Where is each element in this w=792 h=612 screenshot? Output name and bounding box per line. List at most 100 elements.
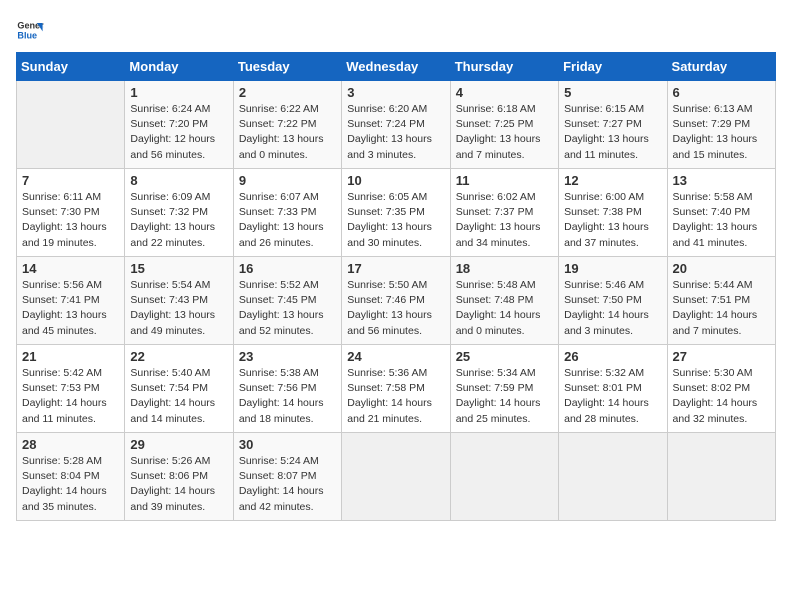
calendar-cell: 1Sunrise: 6:24 AMSunset: 7:20 PMDaylight… <box>125 81 233 169</box>
day-number: 11 <box>456 173 553 188</box>
calendar-cell: 26 Sunrise: 5:32 AMSunset: 8:01 PMDayligh… <box>559 345 667 433</box>
calendar-cell: 19Sunrise: 5:46 AMSunset: 7:50 PMDayligh… <box>559 257 667 345</box>
day-number: 21 <box>22 349 119 364</box>
day-number: 24 <box>347 349 444 364</box>
day-number: 7 <box>22 173 119 188</box>
day-info: Sunrise: 5:46 AMSunset: 7:50 PMDaylight:… <box>564 278 661 339</box>
day-number: 17 <box>347 261 444 276</box>
day-info: Sunrise: 5:52 AMSunset: 7:45 PMDaylight:… <box>239 278 336 339</box>
day-info: Sunrise: 5:34 AMSunset: 7:59 PMDaylight:… <box>456 366 553 427</box>
day-info: Sunrise: 5:38 AMSunset: 7:56 PMDaylight:… <box>239 366 336 427</box>
day-number: 18 <box>456 261 553 276</box>
calendar-cell <box>559 433 667 521</box>
day-header-wednesday: Wednesday <box>342 53 450 81</box>
week-row-5: 28 Sunrise: 5:28 AMSunset: 8:04 PMDayligh… <box>17 433 776 521</box>
week-row-1: 1Sunrise: 6:24 AMSunset: 7:20 PMDaylight… <box>17 81 776 169</box>
calendar-cell: 10 Sunrise: 6:05 AMSunset: 7:35 PMDayligh… <box>342 169 450 257</box>
header: General Blue <box>16 16 776 44</box>
calendar-cell: 11Sunrise: 6:02 AMSunset: 7:37 PMDayligh… <box>450 169 558 257</box>
calendar-cell: 28 Sunrise: 5:28 AMSunset: 8:04 PMDayligh… <box>17 433 125 521</box>
calendar-cell: 4 Sunrise: 6:18 AMSunset: 7:25 PMDaylight… <box>450 81 558 169</box>
day-header-tuesday: Tuesday <box>233 53 341 81</box>
day-info: Sunrise: 5:42 AMSunset: 7:53 PMDaylight:… <box>22 366 119 427</box>
calendar-cell: 8Sunrise: 6:09 AMSunset: 7:32 PMDaylight… <box>125 169 233 257</box>
calendar-cell: 2Sunrise: 6:22 AMSunset: 7:22 PMDaylight… <box>233 81 341 169</box>
svg-text:Blue: Blue <box>17 30 37 40</box>
calendar-cell <box>17 81 125 169</box>
day-info: Sunrise: 5:48 AMSunset: 7:48 PMDaylight:… <box>456 278 553 339</box>
day-header-thursday: Thursday <box>450 53 558 81</box>
day-number: 25 <box>456 349 553 364</box>
calendar-table: SundayMondayTuesdayWednesdayThursdayFrid… <box>16 52 776 521</box>
day-info: Sunrise: 6:05 AMSunset: 7:35 PMDaylight:… <box>347 190 444 251</box>
day-info: Sunrise: 6:00 AMSunset: 7:38 PMDaylight:… <box>564 190 661 251</box>
day-number: 22 <box>130 349 227 364</box>
calendar-cell <box>667 433 775 521</box>
calendar-cell: 13 Sunrise: 5:58 AMSunset: 7:40 PMDayligh… <box>667 169 775 257</box>
day-number: 20 <box>673 261 770 276</box>
day-info: Sunrise: 6:20 AMSunset: 7:24 PMDaylight:… <box>347 102 444 163</box>
day-info: Sunrise: 5:32 AMSunset: 8:01 PMDaylight:… <box>564 366 661 427</box>
day-number: 28 <box>22 437 119 452</box>
day-number: 27 <box>673 349 770 364</box>
day-number: 12 <box>564 173 661 188</box>
calendar-cell: 21 Sunrise: 5:42 AMSunset: 7:53 PMDayligh… <box>17 345 125 433</box>
day-info: Sunrise: 5:26 AMSunset: 8:06 PMDaylight:… <box>130 454 227 515</box>
calendar-cell: 30Sunrise: 5:24 AMSunset: 8:07 PMDayligh… <box>233 433 341 521</box>
day-info: Sunrise: 5:56 AMSunset: 7:41 PMDaylight:… <box>22 278 119 339</box>
day-info: Sunrise: 5:40 AMSunset: 7:54 PMDaylight:… <box>130 366 227 427</box>
day-number: 4 <box>456 85 553 100</box>
calendar-cell: 24Sunrise: 5:36 AMSunset: 7:58 PMDayligh… <box>342 345 450 433</box>
day-number: 1 <box>130 85 227 100</box>
calendar-cell: 22 Sunrise: 5:40 AMSunset: 7:54 PMDayligh… <box>125 345 233 433</box>
day-number: 14 <box>22 261 119 276</box>
day-number: 10 <box>347 173 444 188</box>
day-info: Sunrise: 6:18 AMSunset: 7:25 PMDaylight:… <box>456 102 553 163</box>
day-header-monday: Monday <box>125 53 233 81</box>
calendar-cell <box>450 433 558 521</box>
week-row-3: 14 Sunrise: 5:56 AMSunset: 7:41 PMDayligh… <box>17 257 776 345</box>
day-info: Sunrise: 6:07 AMSunset: 7:33 PMDaylight:… <box>239 190 336 251</box>
calendar-cell: 14 Sunrise: 5:56 AMSunset: 7:41 PMDayligh… <box>17 257 125 345</box>
calendar-cell: 25 Sunrise: 5:34 AMSunset: 7:59 PMDayligh… <box>450 345 558 433</box>
calendar-cell: 7 Sunrise: 6:11 AMSunset: 7:30 PMDaylight… <box>17 169 125 257</box>
day-number: 29 <box>130 437 227 452</box>
calendar-cell: 23 Sunrise: 5:38 AMSunset: 7:56 PMDayligh… <box>233 345 341 433</box>
week-row-4: 21 Sunrise: 5:42 AMSunset: 7:53 PMDayligh… <box>17 345 776 433</box>
day-header-saturday: Saturday <box>667 53 775 81</box>
day-info: Sunrise: 5:50 AMSunset: 7:46 PMDaylight:… <box>347 278 444 339</box>
calendar-cell <box>342 433 450 521</box>
calendar-cell: 20 Sunrise: 5:44 AMSunset: 7:51 PMDayligh… <box>667 257 775 345</box>
day-number: 26 <box>564 349 661 364</box>
day-info: Sunrise: 6:09 AMSunset: 7:32 PMDaylight:… <box>130 190 227 251</box>
logo: General Blue <box>16 16 44 44</box>
day-number: 5 <box>564 85 661 100</box>
day-number: 6 <box>673 85 770 100</box>
calendar-cell: 12 Sunrise: 6:00 AMSunset: 7:38 PMDayligh… <box>559 169 667 257</box>
day-number: 30 <box>239 437 336 452</box>
day-info: Sunrise: 5:44 AMSunset: 7:51 PMDaylight:… <box>673 278 770 339</box>
day-info: Sunrise: 6:11 AMSunset: 7:30 PMDaylight:… <box>22 190 119 251</box>
day-number: 16 <box>239 261 336 276</box>
day-info: Sunrise: 5:54 AMSunset: 7:43 PMDaylight:… <box>130 278 227 339</box>
day-number: 23 <box>239 349 336 364</box>
day-info: Sunrise: 5:58 AMSunset: 7:40 PMDaylight:… <box>673 190 770 251</box>
day-info: Sunrise: 6:15 AMSunset: 7:27 PMDaylight:… <box>564 102 661 163</box>
calendar-cell: 18 Sunrise: 5:48 AMSunset: 7:48 PMDayligh… <box>450 257 558 345</box>
calendar-cell: 17 Sunrise: 5:50 AMSunset: 7:46 PMDayligh… <box>342 257 450 345</box>
logo-icon: General Blue <box>16 16 44 44</box>
day-info: Sunrise: 6:13 AMSunset: 7:29 PMDaylight:… <box>673 102 770 163</box>
calendar-cell: 27Sunrise: 5:30 AMSunset: 8:02 PMDayligh… <box>667 345 775 433</box>
calendar-cell: 15 Sunrise: 5:54 AMSunset: 7:43 PMDayligh… <box>125 257 233 345</box>
day-info: Sunrise: 5:28 AMSunset: 8:04 PMDaylight:… <box>22 454 119 515</box>
day-header-row: SundayMondayTuesdayWednesdayThursdayFrid… <box>17 53 776 81</box>
day-header-sunday: Sunday <box>17 53 125 81</box>
day-number: 3 <box>347 85 444 100</box>
calendar-cell: 9 Sunrise: 6:07 AMSunset: 7:33 PMDaylight… <box>233 169 341 257</box>
week-row-2: 7 Sunrise: 6:11 AMSunset: 7:30 PMDaylight… <box>17 169 776 257</box>
day-number: 15 <box>130 261 227 276</box>
day-number: 2 <box>239 85 336 100</box>
day-number: 9 <box>239 173 336 188</box>
day-number: 13 <box>673 173 770 188</box>
day-header-friday: Friday <box>559 53 667 81</box>
